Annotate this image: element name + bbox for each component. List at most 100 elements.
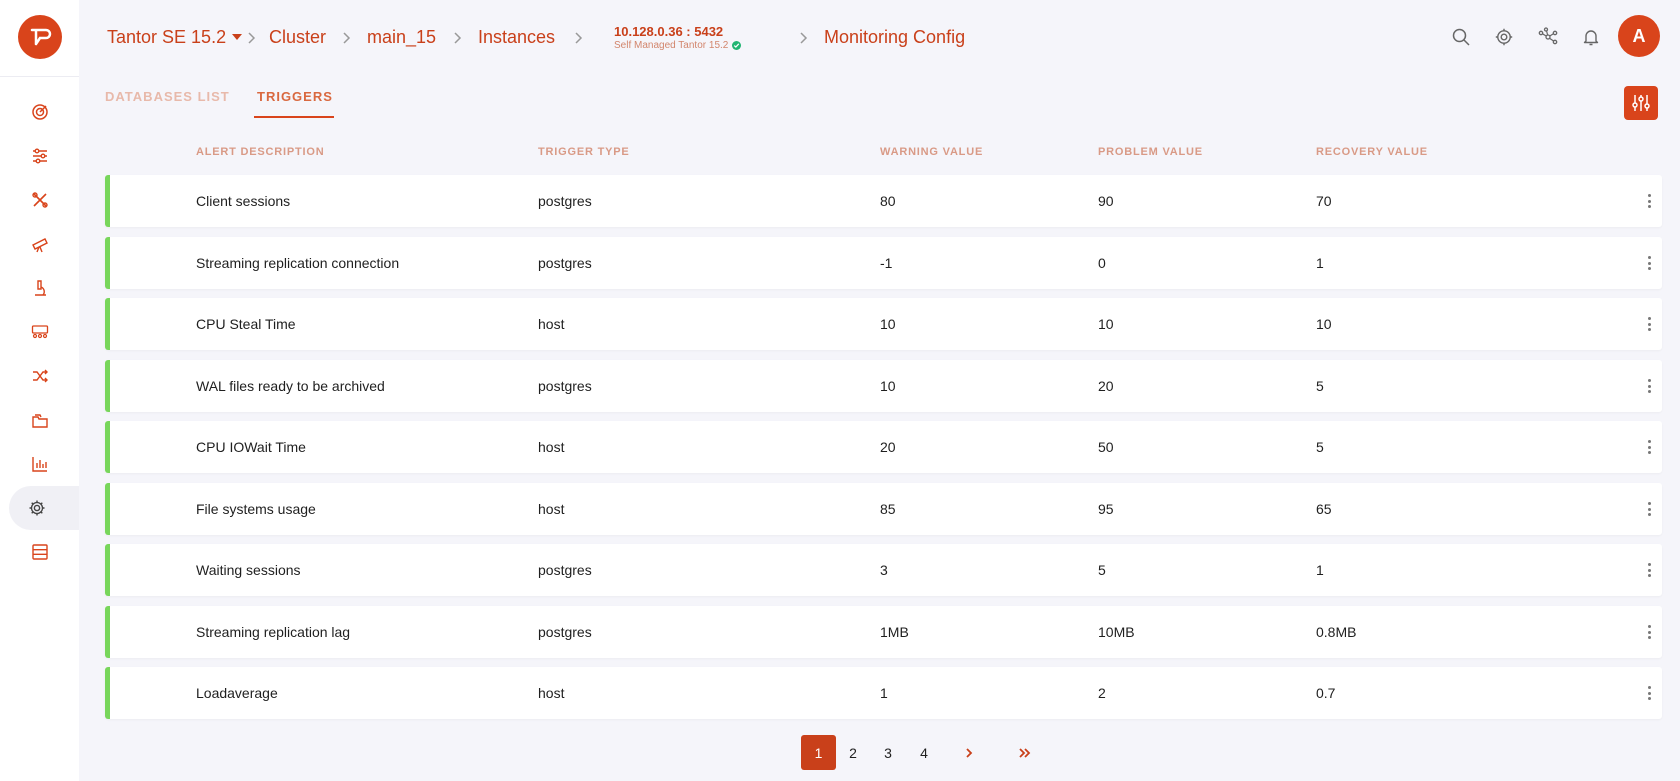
row-actions-menu-icon[interactable]: [1643, 192, 1655, 210]
cell-warning-value: 1MB: [880, 624, 909, 640]
row-actions-menu-icon[interactable]: [1643, 561, 1655, 579]
cell-recovery-value: 10: [1316, 316, 1332, 332]
row-actions-menu-icon[interactable]: [1643, 254, 1655, 272]
cell-trigger-type: host: [538, 439, 565, 455]
dashboard-gauge-icon: [31, 104, 48, 120]
row-actions-menu-icon[interactable]: [1643, 377, 1655, 395]
gear-icon: [29, 500, 45, 516]
sidebar-item-dashboard[interactable]: [0, 90, 79, 134]
table-row[interactable]: WAL files ready to be archived postgres 10…: [105, 360, 1662, 412]
chevron-right-icon: [343, 32, 351, 44]
next-page-button[interactable]: [952, 735, 986, 770]
folders-icon: [31, 414, 48, 428]
sidebar-item-folders[interactable]: [0, 398, 79, 442]
breadcrumb-instance-host[interactable]: 10.128.0.36 : 5432: [614, 24, 723, 39]
sidebar-item-tools[interactable]: [0, 178, 79, 222]
row-status-indicator: [105, 421, 110, 473]
bar-chart-icon: [31, 457, 47, 472]
row-actions-menu-icon[interactable]: [1643, 684, 1655, 702]
row-status-indicator: [105, 237, 110, 289]
caret-down-icon: [232, 34, 243, 41]
bell-icon[interactable]: [1581, 27, 1601, 47]
network-icon[interactable]: [1538, 27, 1558, 47]
sidebar-item-charts[interactable]: [0, 442, 79, 486]
cell-trigger-type: postgres: [538, 255, 592, 271]
last-page-button[interactable]: [1008, 735, 1042, 770]
cell-recovery-value: 1: [1316, 562, 1324, 578]
cell-problem-value: 2: [1098, 685, 1106, 701]
sidebar-item-shuffle[interactable]: [0, 354, 79, 398]
sidebar-item-users[interactable]: [0, 310, 79, 354]
table-row[interactable]: Streaming replication lag postgres 1MB 10MB…: [105, 606, 1662, 658]
column-header-recovery-value[interactable]: RECOVERY VALUE: [1316, 146, 1428, 158]
tab-triggers[interactable]: TRIGGERS: [257, 89, 333, 104]
cell-recovery-value: 0.8MB: [1316, 624, 1357, 640]
row-status-indicator: [105, 606, 110, 658]
cell-warning-value: -1: [880, 255, 893, 271]
menu-dot: [1647, 697, 1651, 700]
table-row[interactable]: File systems usage host 85 95 65: [105, 483, 1662, 535]
breadcrumb-database[interactable]: main_15: [367, 27, 436, 48]
breadcrumb-instances[interactable]: Instances: [478, 27, 555, 48]
server-stack-icon: [31, 544, 48, 560]
menu-dot: [1647, 205, 1651, 208]
menu-dot: [1647, 691, 1651, 695]
breadcrumb-cluster[interactable]: Cluster: [269, 27, 326, 48]
row-actions-menu-icon[interactable]: [1643, 500, 1655, 518]
active-tab-indicator: [254, 116, 334, 118]
row-status-indicator: [105, 175, 110, 227]
cell-recovery-value: 65: [1316, 501, 1332, 517]
table-row[interactable]: Streaming replication connection postgres…: [105, 237, 1662, 289]
row-status-indicator: [105, 483, 110, 535]
sidebar-item-servers[interactable]: [0, 530, 79, 574]
table-row[interactable]: Loadaverage host 1 2 0.7: [105, 667, 1662, 719]
breadcrumb-product[interactable]: Tantor SE 15.2: [107, 27, 243, 48]
microscope-icon: [34, 280, 46, 296]
sliders-vertical-icon: [1632, 95, 1650, 111]
cell-alert-description: Loadaverage: [196, 685, 278, 701]
cell-alert-description: CPU Steal Time: [196, 316, 296, 332]
row-actions-menu-icon[interactable]: [1643, 315, 1655, 333]
shuffle-icon: [32, 369, 48, 383]
table-row[interactable]: CPU Steal Time host 10 10 10: [105, 298, 1662, 350]
cell-alert-description: File systems usage: [196, 501, 316, 517]
menu-dot: [1647, 194, 1651, 197]
cell-problem-value: 10MB: [1098, 624, 1135, 640]
cell-trigger-type: postgres: [538, 624, 592, 640]
chevron-right-icon: [966, 747, 973, 758]
menu-dot: [1647, 261, 1651, 265]
cell-trigger-type: postgres: [538, 378, 592, 394]
sidebar-item-telescope[interactable]: [0, 222, 79, 266]
instance-type-label: Self Managed Tantor 15.2: [614, 40, 729, 51]
page-button-4[interactable]: 4: [907, 735, 941, 770]
tab-databases-list[interactable]: DATABASES LIST: [105, 89, 230, 104]
sidebar-item-monitoring-config[interactable]: [9, 486, 79, 530]
row-actions-menu-icon[interactable]: [1643, 438, 1655, 456]
table-row[interactable]: CPU IOWait Time host 20 50 5: [105, 421, 1662, 473]
sidebar-item-microscope[interactable]: [0, 266, 79, 310]
sidebar-item-settings-sliders[interactable]: [0, 134, 79, 178]
column-header-trigger-type[interactable]: TRIGGER TYPE: [538, 146, 630, 158]
tantor-logo-icon[interactable]: [18, 15, 62, 59]
page-button-1[interactable]: 1: [801, 735, 836, 770]
page-button-2[interactable]: 2: [836, 735, 870, 770]
menu-dot: [1647, 328, 1651, 331]
row-actions-menu-icon[interactable]: [1643, 623, 1655, 641]
search-icon[interactable]: [1451, 27, 1471, 47]
menu-dot: [1647, 379, 1651, 382]
table-row[interactable]: Client sessions postgres 80 90 70: [105, 175, 1662, 227]
gear-icon[interactable]: [1494, 27, 1514, 47]
cell-trigger-type: host: [538, 685, 565, 701]
column-header-problem-value[interactable]: PROBLEM VALUE: [1098, 146, 1203, 158]
filter-settings-button[interactable]: [1624, 86, 1658, 120]
row-status-indicator: [105, 298, 110, 350]
menu-dot: [1647, 322, 1651, 326]
cell-recovery-value: 0.7: [1316, 685, 1336, 701]
table-row[interactable]: Waiting sessions postgres 3 5 1: [105, 544, 1662, 596]
column-header-warning-value[interactable]: WARNING VALUE: [880, 146, 983, 158]
avatar[interactable]: A: [1618, 15, 1660, 57]
row-status-indicator: [105, 360, 110, 412]
cell-alert-description: Client sessions: [196, 193, 291, 209]
column-header-alert-description[interactable]: ALERT DESCRIPTION: [196, 146, 325, 158]
page-button-3[interactable]: 3: [871, 735, 905, 770]
